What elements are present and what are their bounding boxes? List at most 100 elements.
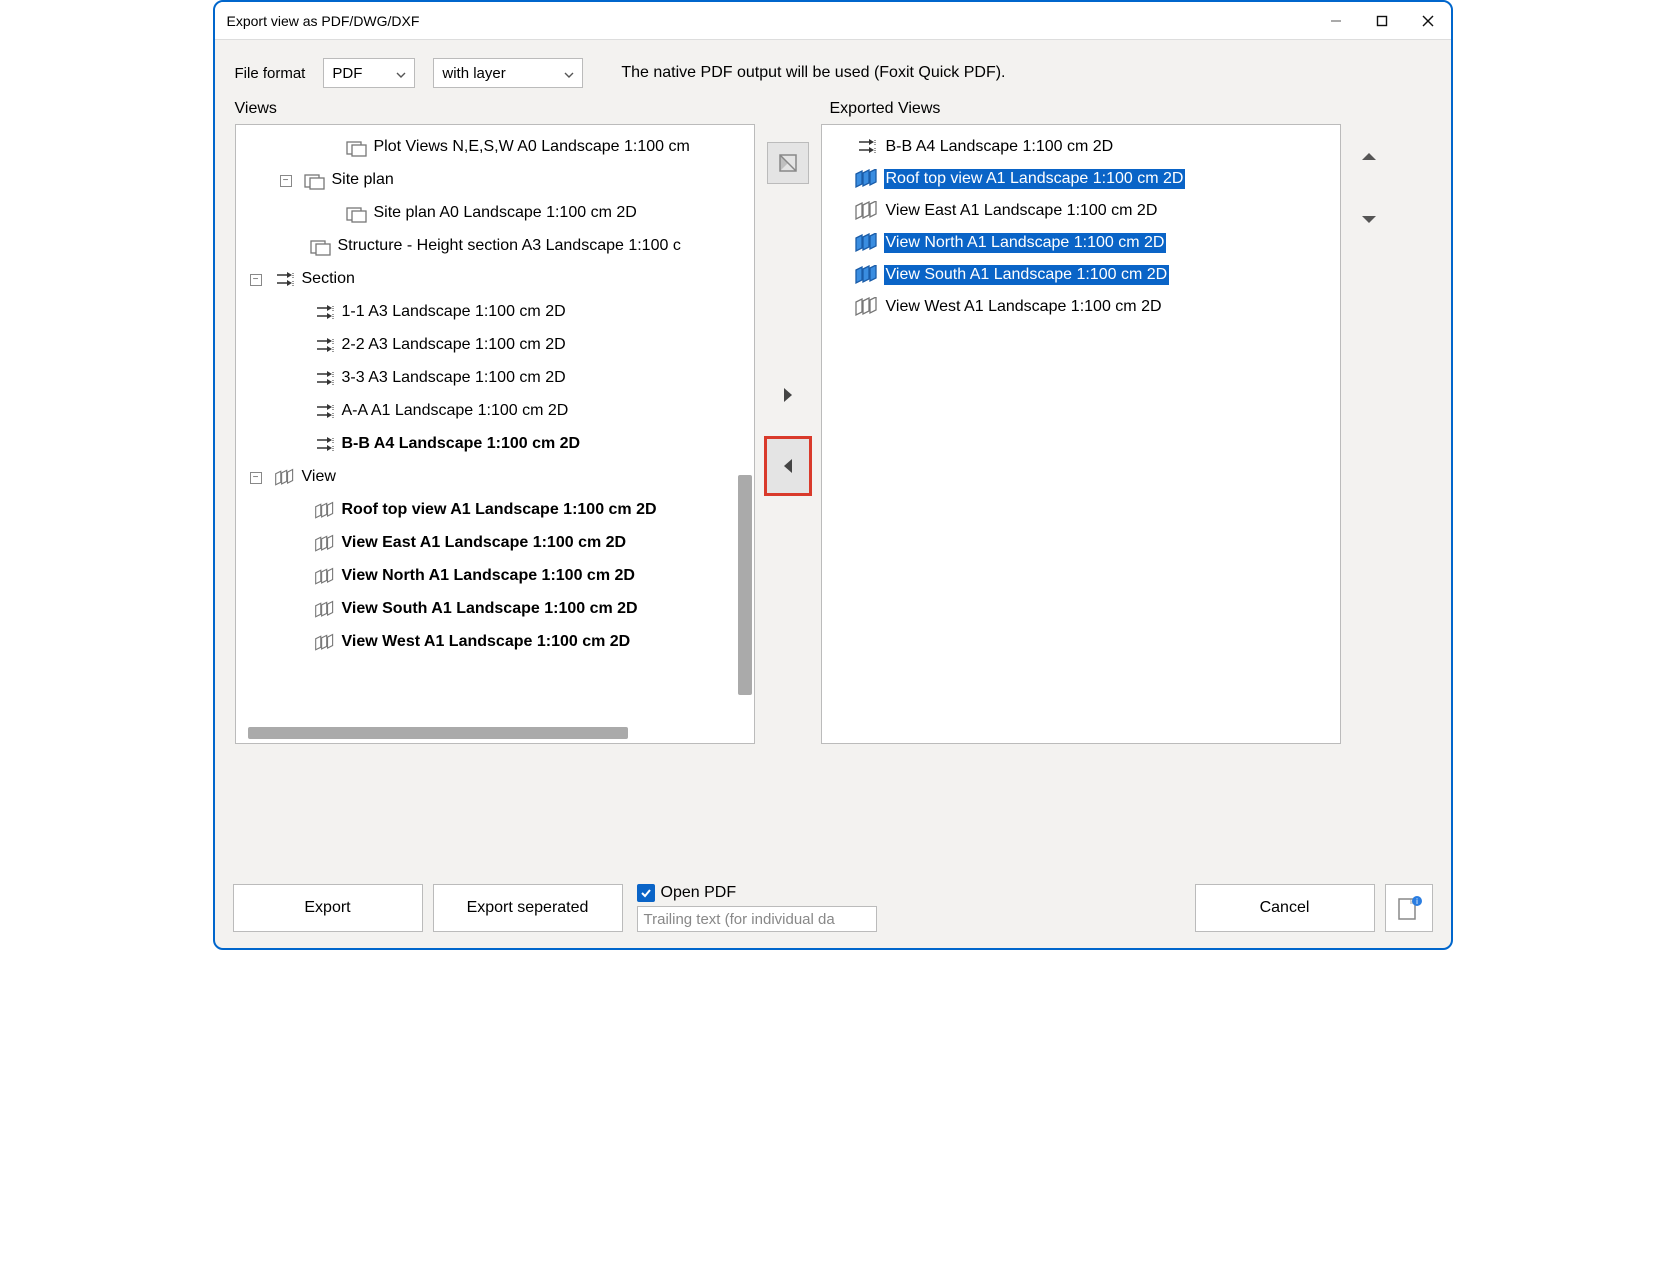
tree-row[interactable]: − Site plan: [236, 164, 754, 197]
views-label: Views: [235, 100, 830, 118]
page-icon: [304, 172, 326, 190]
view-icon: [274, 468, 296, 488]
exported-item[interactable]: Roof top view A1 Landscape 1:100 cm 2D: [826, 163, 1336, 195]
chevron-down-icon: [564, 65, 574, 82]
view-icon: [314, 600, 336, 620]
maximize-button[interactable]: [1359, 5, 1405, 37]
export-button[interactable]: Export: [233, 884, 423, 932]
tree-row[interactable]: B-B A4 Landscape 1:100 cm 2D: [236, 428, 754, 461]
image-mode-button[interactable]: [767, 142, 809, 184]
reorder-column: [1349, 124, 1389, 497]
section-icon: [314, 304, 336, 322]
window-title: Export view as PDF/DWG/DXF: [227, 13, 1313, 29]
views-tree-panel: Plot Views N,E,S,W A0 Landscape 1:100 cm…: [235, 124, 755, 744]
exported-item-label: View South A1 Landscape 1:100 cm 2D: [884, 265, 1170, 285]
minimize-button[interactable]: [1313, 5, 1359, 37]
tree-item-label: 2-2 A3 Landscape 1:100 cm 2D: [342, 330, 566, 360]
tree-row[interactable]: A-A A1 Landscape 1:100 cm 2D: [236, 395, 754, 428]
middle-panels: Plot Views N,E,S,W A0 Landscape 1:100 cm…: [215, 124, 1451, 497]
section-icon: [314, 403, 336, 421]
tree-row[interactable]: 3-3 A3 Landscape 1:100 cm 2D: [236, 362, 754, 395]
exported-item-label: View North A1 Landscape 1:100 cm 2D: [884, 233, 1167, 253]
layer-value: with layer: [442, 65, 505, 82]
tree-item-label: 1-1 A3 Landscape 1:100 cm 2D: [342, 297, 566, 327]
options-row: File format PDF with layer The native PD…: [215, 40, 1451, 96]
section-icon: [854, 138, 880, 156]
file-format-value: PDF: [332, 65, 362, 82]
close-button[interactable]: [1405, 5, 1451, 37]
tree-row[interactable]: View East A1 Landscape 1:100 cm 2D: [236, 527, 754, 560]
tree-row[interactable]: Site plan A0 Landscape 1:100 cm 2D: [236, 197, 754, 230]
exported-views-panel: B-B A4 Landscape 1:100 cm 2D Roof top vie…: [821, 124, 1341, 744]
bottom-buttons: Export Export seperated Open PDF Trailin…: [215, 870, 1451, 948]
view-icon: [314, 534, 336, 554]
exported-item[interactable]: View North A1 Landscape 1:100 cm 2D: [826, 227, 1336, 259]
tree-item-label: View West A1 Landscape 1:100 cm 2D: [342, 627, 631, 657]
move-down-button[interactable]: [1357, 208, 1381, 232]
titlebar: Export view as PDF/DWG/DXF: [215, 2, 1451, 40]
page-icon: [346, 205, 368, 223]
tree-row[interactable]: − Section: [236, 263, 754, 296]
transfer-buttons-column: [763, 124, 813, 497]
exported-item[interactable]: B-B A4 Landscape 1:100 cm 2D: [826, 131, 1336, 163]
tree-item-label: Structure - Height section A3 Landscape …: [338, 231, 681, 261]
view-icon: [854, 201, 880, 221]
tree-toggle[interactable]: −: [280, 175, 292, 187]
cancel-button[interactable]: Cancel: [1195, 884, 1375, 932]
info-button[interactable]: i: [1385, 884, 1433, 932]
hint-text: The native PDF output will be used (Foxi…: [621, 64, 1005, 82]
file-format-select[interactable]: PDF: [323, 58, 415, 88]
tree-item-label: View South A1 Landscape 1:100 cm 2D: [342, 594, 638, 624]
exported-item[interactable]: View South A1 Landscape 1:100 cm 2D: [826, 259, 1336, 291]
tree-item-label: View: [302, 462, 336, 492]
add-to-exported-button[interactable]: [767, 374, 809, 416]
tree-row[interactable]: View West A1 Landscape 1:100 cm 2D: [236, 626, 754, 659]
vertical-scrollbar[interactable]: [738, 475, 752, 695]
view-icon: [854, 297, 880, 317]
tree-item-label: Plot Views N,E,S,W A0 Landscape 1:100 cm: [374, 132, 690, 162]
tree-item-label: View East A1 Landscape 1:100 cm 2D: [342, 528, 627, 558]
view-blue-icon: [854, 233, 880, 253]
tree-item-label: B-B A4 Landscape 1:100 cm 2D: [342, 429, 581, 459]
section-icon: [274, 271, 296, 289]
remove-from-exported-button[interactable]: [764, 436, 812, 496]
export-separated-button[interactable]: Export seperated: [433, 884, 623, 932]
horizontal-scrollbar[interactable]: [248, 727, 628, 739]
exported-item-label: Roof top view A1 Landscape 1:100 cm 2D: [884, 169, 1186, 189]
tree-row[interactable]: Structure - Height section A3 Landscape …: [236, 230, 754, 263]
exported-item-label: B-B A4 Landscape 1:100 cm 2D: [884, 137, 1116, 157]
tree-row[interactable]: − View: [236, 461, 754, 494]
layer-select[interactable]: with layer: [433, 58, 583, 88]
tree-item-label: 3-3 A3 Landscape 1:100 cm 2D: [342, 363, 566, 393]
tree-item-label: Section: [302, 264, 355, 294]
exported-item[interactable]: View East A1 Landscape 1:100 cm 2D: [826, 195, 1336, 227]
export-dialog: Export view as PDF/DWG/DXF File format P…: [213, 0, 1453, 950]
tree-row[interactable]: 2-2 A3 Landscape 1:100 cm 2D: [236, 329, 754, 362]
tree-item-label: Site plan A0 Landscape 1:100 cm 2D: [374, 198, 637, 228]
svg-text:i: i: [1416, 897, 1418, 906]
exported-views-label: Exported Views: [830, 100, 941, 118]
tree-item-label: Site plan: [332, 165, 394, 195]
tree-scroll[interactable]: Plot Views N,E,S,W A0 Landscape 1:100 cm…: [236, 125, 754, 743]
open-pdf-checkbox[interactable]: [637, 884, 655, 902]
open-pdf-group: Open PDF Trailing text (for individual d…: [637, 884, 877, 932]
section-icon: [314, 337, 336, 355]
tree-toggle[interactable]: −: [250, 472, 262, 484]
open-pdf-label: Open PDF: [661, 884, 737, 902]
page-icon: [346, 139, 368, 157]
view-icon: [314, 501, 336, 521]
trailing-text-input[interactable]: Trailing text (for individual da: [637, 906, 877, 932]
move-up-button[interactable]: [1357, 144, 1381, 168]
tree-row[interactable]: 1-1 A3 Landscape 1:100 cm 2D: [236, 296, 754, 329]
view-icon: [314, 633, 336, 653]
tree-row[interactable]: View South A1 Landscape 1:100 cm 2D: [236, 593, 754, 626]
tree-row[interactable]: View North A1 Landscape 1:100 cm 2D: [236, 560, 754, 593]
exported-item[interactable]: View West A1 Landscape 1:100 cm 2D: [826, 291, 1336, 323]
page-icon: [310, 238, 332, 256]
view-blue-icon: [854, 265, 880, 285]
tree-row[interactable]: Plot Views N,E,S,W A0 Landscape 1:100 cm: [236, 131, 754, 164]
chevron-down-icon: [396, 65, 406, 82]
tree-toggle[interactable]: −: [250, 274, 262, 286]
tree-row[interactable]: Roof top view A1 Landscape 1:100 cm 2D: [236, 494, 754, 527]
file-format-label: File format: [235, 65, 306, 82]
